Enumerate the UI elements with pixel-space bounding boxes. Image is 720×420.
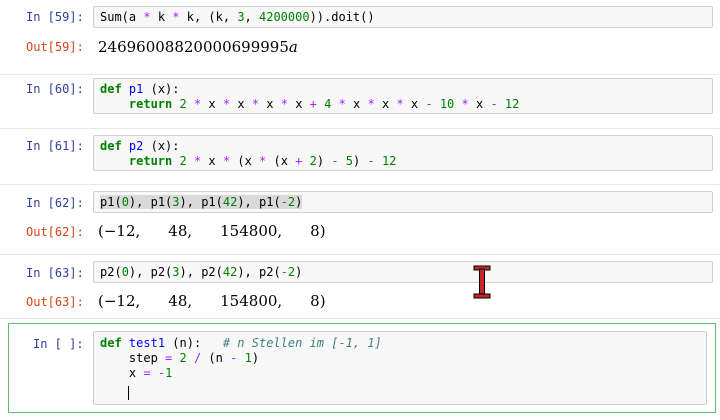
tuple-item: 154800,: [220, 292, 283, 310]
code-line: def test1 (n): # n Stellen im [-1, 1]: [100, 336, 382, 350]
output-prompt: Out[63]:: [26, 295, 84, 309]
input-prompt: In [ ]:: [33, 337, 84, 351]
input-prompt: In [63]:: [26, 266, 84, 280]
code-line: p2(0), p2(3), p2(42), p2(-2): [100, 265, 303, 279]
output-tuple: (−12, 48, 154800, 8): [98, 292, 326, 310]
tuple-item: 154800,: [220, 222, 283, 240]
cell-separator: [0, 318, 720, 319]
output-tuple: (−12, 48, 154800, 8): [98, 222, 326, 240]
cell-separator: [0, 128, 720, 129]
tuple-item: (−12,: [98, 292, 141, 310]
code-input-cell-60[interactable]: def p1 (x): return 2 * x * x * x * x + 4…: [93, 78, 713, 114]
tuple-item: 48,: [168, 292, 193, 310]
tuple-item: 8): [310, 222, 326, 240]
code-line: p1(0), p1(3), p1(42), p1(-2): [100, 195, 303, 209]
code-input-cell-63[interactable]: p2(0), p2(3), p2(42), p2(-2): [93, 261, 713, 283]
code-line: return 2 * x * (x * (x + 2) - 5) - 12: [128, 154, 397, 168]
text-cursor-ibeam-icon: [473, 265, 491, 299]
text-caret: [128, 386, 129, 400]
code-line: x = -1: [100, 366, 173, 380]
tuple-item: (−12,: [98, 222, 141, 240]
code-input-active[interactable]: def test1 (n): # n Stellen im [-1, 1] st…: [93, 331, 707, 405]
cell-separator: [0, 254, 720, 255]
input-prompt: In [60]:: [26, 82, 84, 96]
cell-separator: [0, 74, 720, 75]
tuple-item: 48,: [168, 222, 193, 240]
cell-separator: [0, 184, 720, 185]
code-input-cell-62[interactable]: p1(0), p1(3), p1(42), p1(-2): [93, 191, 713, 213]
code-input-cell-59[interactable]: Sum(a * k * k, (k, 3, 4200000)).doit(): [93, 6, 713, 28]
output-number: 24696008820000699995: [98, 38, 289, 56]
code-line: Sum(a * k * k, (k, 3, 4200000)).doit(): [100, 10, 375, 24]
output-prompt: Out[62]:: [26, 225, 84, 239]
code-input-cell-61[interactable]: def p2 (x): return 2 * x * (x * (x + 2) …: [93, 135, 713, 171]
output-variable: a: [288, 38, 298, 56]
input-prompt: In [62]:: [26, 196, 84, 210]
code-line: def p1 (x):: [100, 82, 180, 96]
code-line: step = 2 / (n - 1): [100, 351, 260, 365]
output-value: 24696008820000699995a: [98, 38, 298, 56]
input-prompt: In [59]:: [26, 10, 84, 24]
output-prompt: Out[59]:: [26, 40, 84, 54]
code-line: return 2 * x * x * x * x + 4 * x * x * x…: [128, 97, 520, 111]
tuple-item: 8): [310, 292, 326, 310]
input-prompt: In [61]:: [26, 139, 84, 153]
code-line: def p2 (x):: [100, 139, 180, 153]
